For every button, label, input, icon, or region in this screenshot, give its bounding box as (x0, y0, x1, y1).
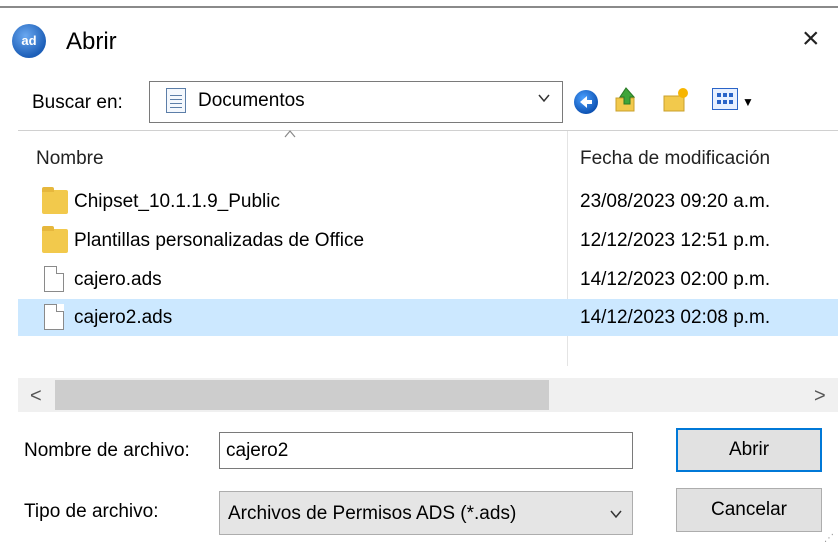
view-menu-icon[interactable] (712, 88, 738, 110)
new-folder-icon[interactable] (662, 86, 690, 114)
sort-caret-icon (284, 130, 296, 138)
folder-icon (42, 226, 68, 253)
file-name: Plantillas personalizadas de Office (74, 230, 365, 251)
back-icon[interactable] (574, 90, 598, 114)
file-date: 12/12/2023 12:51 p.m. (580, 230, 771, 251)
cancel-button[interactable]: Cancelar (676, 488, 822, 532)
filename-input[interactable] (219, 432, 633, 469)
file-name: cajero.ads (74, 269, 162, 290)
filetype-label: Tipo de archivo: (24, 501, 159, 522)
file-name: cajero2.ads (74, 307, 173, 328)
folder-icon (42, 187, 68, 214)
file-icon (44, 266, 64, 292)
chevron-down-icon[interactable] (538, 92, 550, 104)
window-top-border (0, 0, 838, 8)
up-folder-icon[interactable] (612, 86, 640, 114)
file-icon (44, 304, 64, 330)
list-item[interactable]: cajero.ads 14/12/2023 02:00 p.m. (18, 261, 838, 298)
file-date: 14/12/2023 02:00 p.m. (580, 269, 771, 290)
scroll-right-icon[interactable]: > (814, 385, 826, 408)
lookin-label: Buscar en: (32, 92, 123, 113)
scroll-left-icon[interactable]: < (30, 385, 42, 408)
close-icon[interactable]: × (802, 24, 820, 54)
column-header-date[interactable]: Fecha de modificación (580, 148, 770, 170)
documents-icon (166, 88, 186, 113)
file-name: Chipset_10.1.1.9_Public (74, 191, 280, 212)
open-button[interactable]: Abrir (676, 428, 822, 472)
column-header-name[interactable]: Nombre (36, 148, 104, 170)
views-dropdown-arrow-icon[interactable]: ▼ (742, 95, 754, 109)
resize-grip-icon[interactable]: ⋰ (824, 533, 834, 544)
app-icon: ad (12, 24, 46, 58)
filename-label: Nombre de archivo: (24, 440, 190, 461)
scrollbar-thumb[interactable] (55, 380, 549, 410)
list-item[interactable]: Plantillas personalizadas de Office 12/1… (18, 222, 838, 259)
file-date: 23/08/2023 09:20 a.m. (580, 191, 771, 212)
chevron-down-icon[interactable] (610, 508, 622, 520)
filetype-value: Archivos de Permisos ADS (*.ads) (228, 503, 517, 524)
lookin-value: Documentos (198, 90, 305, 111)
window-title: Abrir (66, 28, 117, 55)
file-date: 14/12/2023 02:08 p.m. (580, 307, 771, 328)
list-item-selected[interactable]: cajero2.ads 14/12/2023 02:08 p.m. (18, 299, 838, 336)
list-item[interactable]: Chipset_10.1.1.9_Public 23/08/2023 09:20… (18, 183, 838, 220)
